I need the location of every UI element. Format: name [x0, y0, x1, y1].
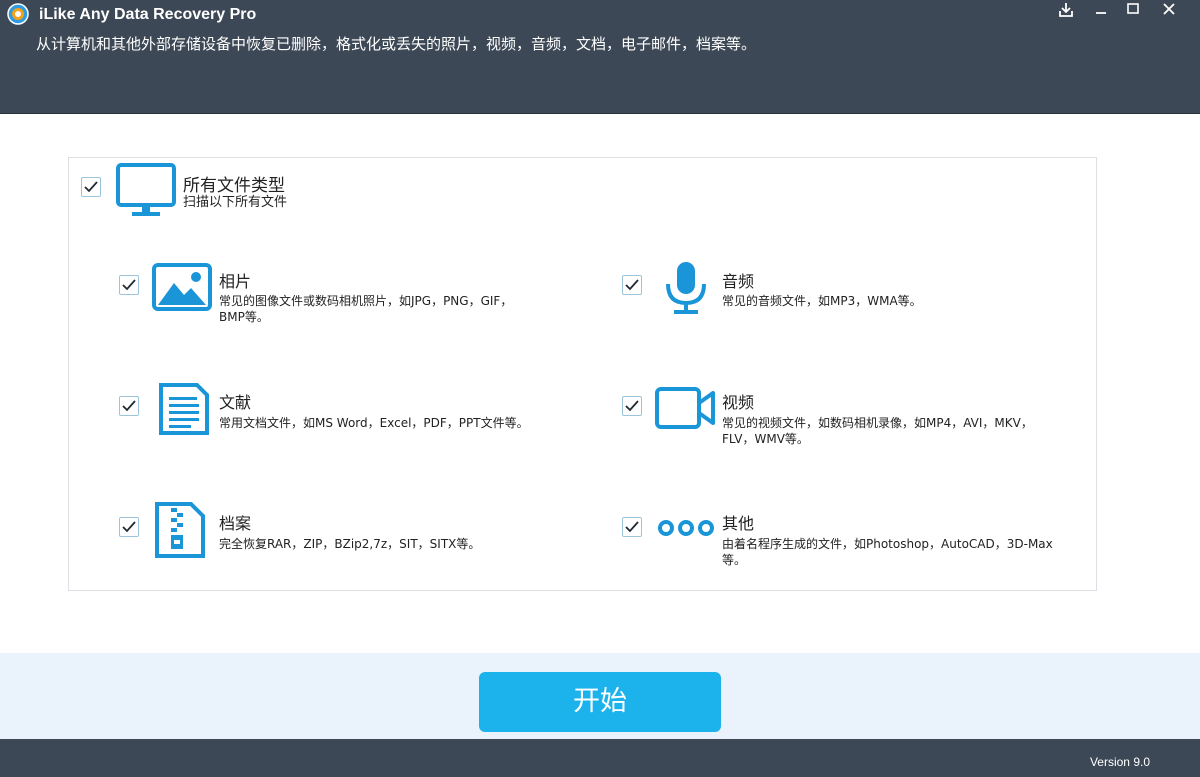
app-subtitle: 从计算机和其他外部存储设备中恢复已删除，格式化或丢失的照片，视频，音频，文档，电…: [36, 35, 757, 53]
documents-checkbox[interactable]: [119, 396, 139, 416]
start-button[interactable]: 开始: [479, 672, 721, 732]
audio-checkbox[interactable]: [622, 275, 642, 295]
image-icon: [152, 263, 212, 311]
checkmark-icon: [625, 279, 639, 291]
document-icon: [159, 383, 209, 435]
title-bar: iLike Any Data Recovery Pro 从计算机和其他外部存储设…: [0, 0, 1200, 114]
file-type-panel: 所有文件类型 扫描以下所有文件 相片 常见的图像文件或数码相机照片，如JPG，P…: [68, 157, 1097, 591]
other-checkbox[interactable]: [622, 517, 642, 537]
download-icon: [1059, 3, 1073, 17]
other-title: 其他: [722, 514, 755, 533]
minimize-button[interactable]: [1087, 0, 1115, 20]
video-checkbox[interactable]: [622, 396, 642, 416]
all-types-description: 扫描以下所有文件: [183, 195, 288, 210]
monitor-icon: [116, 163, 176, 216]
all-types-checkbox[interactable]: [81, 177, 101, 197]
close-button[interactable]: [1155, 0, 1183, 20]
documents-title: 文献: [219, 393, 252, 412]
audio-description: 常见的音频文件，如MP3，WMA等。: [722, 294, 922, 308]
status-bar: Version 9.0: [0, 739, 1200, 777]
archives-title: 档案: [219, 514, 252, 533]
checkmark-icon: [122, 279, 136, 291]
photos-checkbox[interactable]: [119, 275, 139, 295]
more-dots-icon: [658, 520, 714, 536]
video-title: 视频: [722, 393, 755, 412]
checkmark-icon: [625, 400, 639, 412]
audio-title: 音频: [722, 272, 755, 291]
photos-description: 常见的图像文件或数码相机照片，如JPG，PNG，GIF， BMP等。: [219, 294, 513, 324]
maximize-icon: [1127, 3, 1139, 14]
microphone-icon: [666, 262, 706, 314]
checkmark-icon: [122, 521, 136, 533]
checkmark-icon: [122, 400, 136, 412]
video-description: 常见的视频文件，如数码相机录像，如MP4，AVI，MKV， FLV，WMV等。: [722, 416, 1033, 446]
version-label: Version 9.0: [1089, 755, 1150, 769]
other-description: 由着名程序生成的文件，如Photoshop，AutoCAD，3D-Max 等。: [722, 537, 1053, 567]
zip-archive-icon: [155, 502, 205, 558]
app-logo-icon: [7, 3, 29, 25]
close-icon: [1163, 3, 1175, 15]
download-button[interactable]: [1052, 0, 1080, 20]
documents-description: 常用文档文件，如MS Word，Excel，PDF，PPT文件等。: [219, 416, 529, 430]
checkmark-icon: [84, 181, 98, 193]
archives-checkbox[interactable]: [119, 517, 139, 537]
photos-title: 相片: [219, 272, 252, 291]
minimize-icon: [1096, 12, 1106, 14]
app-title: iLike Any Data Recovery Pro: [39, 6, 257, 23]
all-types-title: 所有文件类型: [183, 176, 285, 196]
checkmark-icon: [625, 521, 639, 533]
archives-description: 完全恢复RAR，ZIP，BZip2,7z，SIT，SITX等。: [219, 537, 481, 551]
video-camera-icon: [655, 387, 715, 429]
maximize-button[interactable]: [1119, 0, 1147, 20]
